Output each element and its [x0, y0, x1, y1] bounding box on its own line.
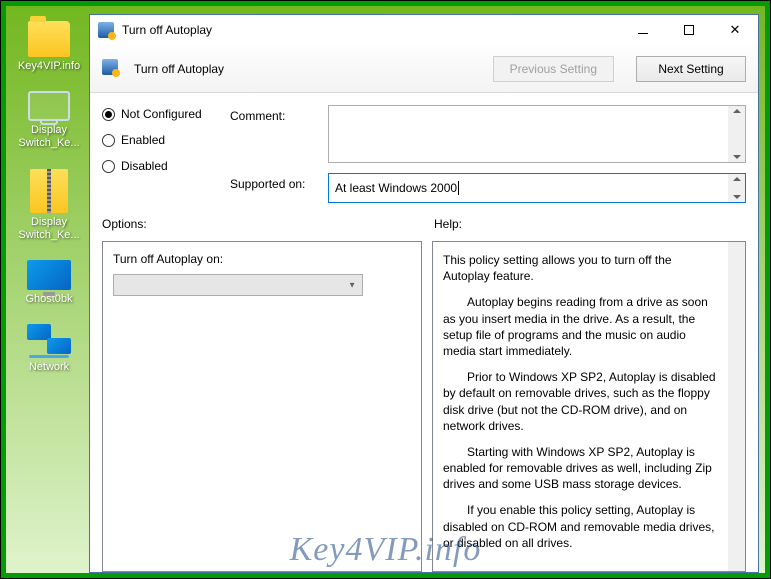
desktop-icon-label: Display Switch_Ke... [14, 124, 84, 150]
desktop-icon-label: Network [29, 361, 69, 374]
window-title: Turn off Autoplay [122, 23, 212, 37]
help-pane: This policy setting allows you to turn o… [432, 241, 746, 572]
supported-input[interactable]: At least Windows 2000 [328, 173, 746, 203]
desktop: Key4VIP.info Display Switch_Ke... Displa… [1, 1, 770, 578]
help-content: This policy setting allows you to turn o… [443, 252, 722, 561]
minimize-button[interactable] [620, 15, 666, 45]
help-label: Help: [434, 217, 746, 237]
help-text: This policy setting allows you to turn o… [443, 252, 719, 284]
toolbar: Turn off Autoplay Previous Setting Next … [90, 45, 758, 93]
radio-icon [102, 134, 115, 147]
zip-folder-icon [30, 169, 68, 213]
minimize-icon [638, 33, 648, 34]
maximize-icon [684, 25, 694, 35]
options-label: Options: [102, 217, 422, 237]
scroll-down-icon[interactable] [733, 155, 741, 159]
folder-icon [28, 21, 70, 57]
close-button[interactable] [712, 15, 758, 45]
desktop-icon-key4vip[interactable]: Key4VIP.info [18, 21, 80, 73]
desktop-icon-network[interactable]: Network [27, 324, 71, 374]
maximize-button[interactable] [666, 15, 712, 45]
desktop-icon-label: Key4VIP.info [18, 60, 80, 73]
panes: Turn off Autoplay on: This policy settin… [102, 241, 746, 572]
radio-icon [102, 160, 115, 173]
previous-setting-button: Previous Setting [493, 56, 614, 82]
desktop-icons: Key4VIP.info Display Switch_Ke... Displa… [14, 21, 84, 374]
radio-group: Not Configured Enabled Disabled [102, 105, 212, 203]
autoplay-on-combobox[interactable] [113, 274, 363, 296]
radio-label: Not Configured [121, 107, 202, 121]
config-row: Not Configured Enabled Disabled Comment: [102, 105, 746, 203]
comment-box [328, 105, 746, 163]
radio-disabled[interactable]: Disabled [102, 159, 212, 173]
help-text: Prior to Windows XP SP2, Autoplay is dis… [443, 369, 719, 434]
radio-label: Disabled [121, 159, 168, 173]
display-icon [28, 91, 70, 121]
text-cursor-icon [458, 181, 459, 195]
radio-enabled[interactable]: Enabled [102, 133, 212, 147]
titlebar[interactable]: Turn off Autoplay [90, 15, 758, 45]
scrollbar[interactable] [728, 106, 745, 162]
scrollbar[interactable] [728, 174, 745, 202]
scroll-up-icon[interactable] [733, 109, 741, 113]
toolbar-title: Turn off Autoplay [134, 62, 224, 76]
scroll-up-icon[interactable] [733, 177, 741, 181]
desktop-icon-label: Display Switch_Ke... [14, 216, 84, 242]
desktop-icon-ghost0bk[interactable]: Ghost0bk [25, 260, 72, 306]
desktop-icon-display-switch-2[interactable]: Display Switch_Ke... [14, 169, 84, 242]
help-text: Autoplay begins reading from a drive as … [443, 294, 719, 359]
help-text: Starting with Windows XP SP2, Autoplay i… [443, 444, 719, 493]
body-area: Not Configured Enabled Disabled Comment: [90, 93, 758, 572]
window-controls [620, 15, 758, 45]
radio-not-configured[interactable]: Not Configured [102, 107, 212, 121]
network-icon [27, 324, 71, 358]
fields: Comment: Supported on: At least Windows … [230, 105, 746, 203]
desktop-icon-display-switch-1[interactable]: Display Switch_Ke... [14, 91, 84, 150]
comment-label: Comment: [230, 105, 320, 123]
next-setting-button[interactable]: Next Setting [636, 56, 746, 82]
comment-row: Comment: [230, 105, 746, 163]
section-labels: Options: Help: [102, 217, 746, 237]
radio-label: Enabled [121, 133, 165, 147]
policy-icon [98, 22, 114, 38]
supported-label: Supported on: [230, 173, 320, 191]
supported-row: Supported on: At least Windows 2000 [230, 173, 746, 203]
radio-icon [102, 108, 115, 121]
supported-value: At least Windows 2000 [335, 181, 457, 195]
option-field-label: Turn off Autoplay on: [113, 252, 411, 266]
monitor-icon [27, 260, 71, 290]
policy-icon [102, 59, 122, 79]
help-text: If you enable this policy setting, Autop… [443, 502, 719, 551]
policy-window: Turn off Autoplay Turn off Autoplay Prev… [89, 14, 759, 573]
options-pane: Turn off Autoplay on: [102, 241, 422, 572]
scroll-down-icon[interactable] [733, 195, 741, 199]
comment-input[interactable] [329, 106, 728, 162]
vertical-scrollbar[interactable] [728, 242, 745, 571]
